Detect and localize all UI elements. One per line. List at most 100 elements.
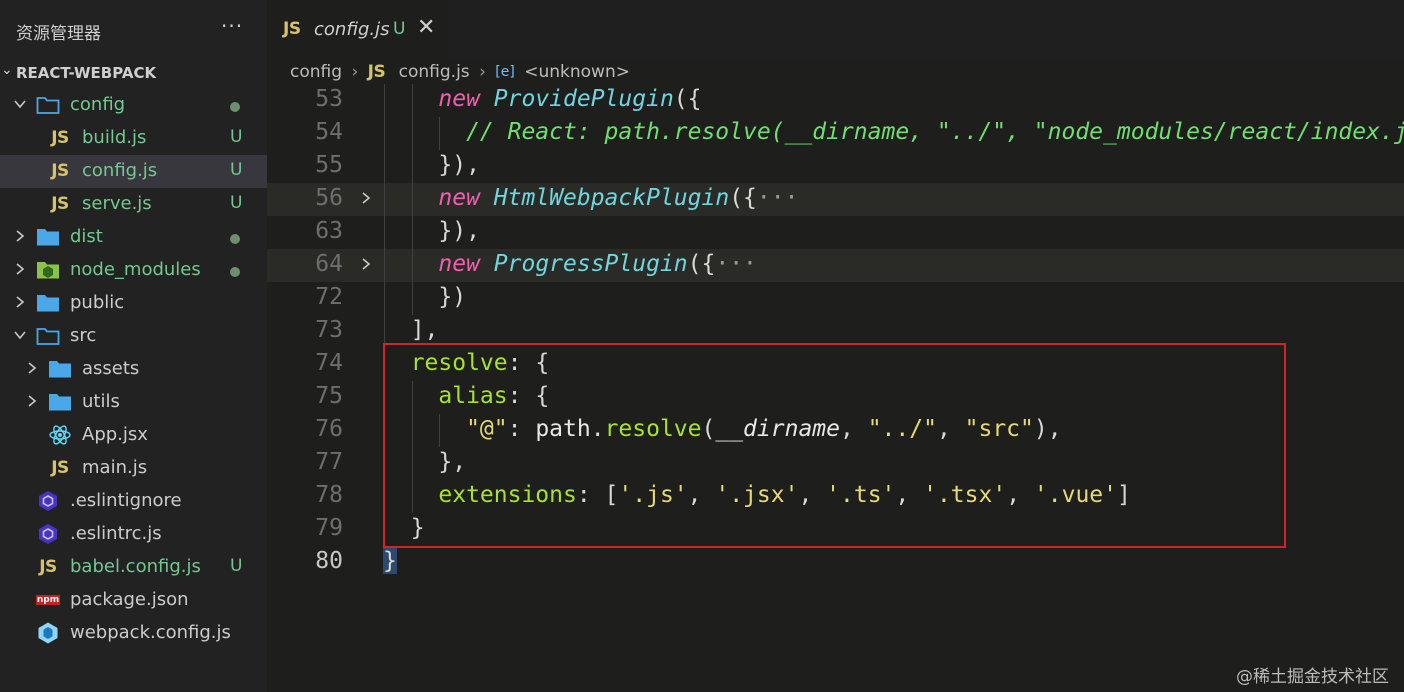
tab-status-badge: U — [393, 19, 406, 39]
tree-item-label: package.json — [70, 589, 189, 610]
chevron-right-icon: › — [479, 62, 486, 82]
tree-item-package-json[interactable]: npm package.json — [0, 584, 267, 617]
tab-config-js[interactable]: JS config.js U ✕ — [267, 0, 447, 60]
tree-item-assets[interactable]: assets — [0, 353, 267, 386]
fold-chevron-icon[interactable] — [359, 254, 373, 274]
eslint-icon — [36, 489, 60, 513]
project-name: REACT-WEBPACK — [16, 64, 157, 82]
line-number: 54 — [315, 119, 343, 145]
explorer-header: 资源管理器 ··· — [0, 0, 267, 60]
code-token: HtmlWebpackPlugin — [493, 185, 730, 211]
explorer-sidebar: 资源管理器 ··· ⌄ REACT-WEBPACK config JS build.… — [0, 0, 267, 692]
tree-item-main-js[interactable]: JS main.js — [0, 452, 267, 485]
code-token: new — [438, 185, 480, 211]
code-line[interactable]: 64 new ProgressPlugin({··· — [267, 249, 1404, 282]
code-line[interactable]: 63}), — [267, 216, 1404, 249]
tree-item-serve-js[interactable]: JS serve.js U — [0, 188, 267, 221]
tree-item-public[interactable]: public — [0, 287, 267, 320]
react-icon — [48, 423, 72, 447]
chevron-down-icon: ⌄ — [1, 62, 13, 78]
code-token: // React: path.resolve(__dirname, "../",… — [466, 119, 1404, 145]
eslint-icon — [36, 522, 60, 546]
code-text: ], — [411, 317, 439, 343]
tree-item-label: .eslintignore — [70, 490, 182, 511]
tree-item-label: .eslintrc.js — [70, 523, 162, 544]
tree-item-label: utils — [82, 391, 120, 412]
line-number: 73 — [315, 317, 343, 343]
untracked-badge: U — [230, 193, 243, 213]
tree-item-eslintignore[interactable]: .eslintignore — [0, 485, 267, 518]
code-text: new ProvidePlugin({ — [438, 86, 701, 112]
project-header[interactable]: ⌄ REACT-WEBPACK — [0, 62, 267, 84]
tree-item-webpack-config-js[interactable]: webpack.config.js — [0, 617, 267, 650]
line-number: 76 — [315, 416, 343, 442]
folder-icon — [48, 390, 72, 414]
tree-item-dist[interactable]: dist — [0, 221, 267, 254]
tree-item-utils[interactable]: utils — [0, 386, 267, 419]
indent-guide — [411, 84, 413, 117]
variable-symbol-icon: [e] — [495, 64, 515, 80]
js-file-icon: JS — [51, 194, 69, 214]
folder-open-icon — [36, 324, 60, 348]
tree-item-app-jsx[interactable]: App.jsx — [0, 419, 267, 452]
highlight-box — [383, 343, 1286, 548]
breadcrumb: config › JS config.js › [e] <unknown> — [290, 62, 630, 86]
code-line[interactable]: 56 new HtmlWebpackPlugin({··· — [267, 183, 1404, 216]
indent-guide — [384, 117, 385, 150]
code-line[interactable]: 72}) — [267, 282, 1404, 315]
code-line[interactable]: 80} — [267, 546, 1404, 579]
line-number: 56 — [315, 185, 343, 211]
tree-item-eslintrc-js[interactable]: .eslintrc.js — [0, 518, 267, 551]
tree-item-label: assets — [82, 358, 140, 379]
tab-label: config.js — [314, 19, 390, 40]
tree-item-node-modules[interactable]: node_modules — [0, 254, 267, 287]
folder-icon — [36, 225, 60, 249]
indent-guide — [384, 150, 385, 183]
indent-guide — [411, 183, 413, 216]
tree-item-config[interactable]: config — [0, 89, 267, 122]
js-file-icon: JS — [51, 161, 69, 181]
folder-icon — [48, 357, 72, 381]
tree-item-src[interactable]: src — [0, 320, 267, 353]
code-line[interactable]: 55}), — [267, 150, 1404, 183]
tree-item-label: config.js — [82, 160, 158, 181]
tree-item-label: build.js — [82, 127, 147, 148]
untracked-badge: U — [230, 160, 243, 180]
more-actions-icon[interactable]: ··· — [221, 14, 243, 38]
indent-guide — [384, 183, 385, 216]
line-number: 78 — [315, 482, 343, 508]
untracked-badge: U — [230, 556, 243, 576]
chevron-right-icon — [13, 292, 27, 312]
close-icon[interactable]: ✕ — [417, 15, 435, 40]
tree-item-config-js[interactable]: JS config.js U — [0, 155, 267, 188]
code-text: } — [383, 548, 397, 574]
tree-item-build-js[interactable]: JS build.js U — [0, 122, 267, 155]
tree-item-label: node_modules — [70, 259, 201, 280]
code-line[interactable]: 53 new ProvidePlugin({ — [267, 84, 1404, 117]
code-token: ({ — [687, 251, 716, 277]
tree-item-label: src — [70, 325, 97, 346]
breadcrumb-symbol[interactable]: <unknown> — [524, 62, 630, 82]
line-number: 77 — [315, 449, 343, 475]
explorer-title: 资源管理器 — [16, 24, 101, 44]
line-number: 72 — [315, 284, 343, 310]
tree-item-label: public — [70, 292, 125, 313]
code-text: }), — [438, 218, 480, 244]
tree-item-babel-config-js[interactable]: JS babel.config.js U — [0, 551, 267, 584]
untracked-badge: U — [230, 127, 243, 147]
js-file-icon: JS — [51, 458, 69, 478]
code-token: new — [438, 251, 480, 277]
code-token: } — [383, 548, 397, 574]
code-line[interactable]: 54 // React: path.resolve(__dirname, "../… — [267, 117, 1404, 150]
code-token: ··· — [756, 185, 799, 211]
fold-chevron-icon[interactable] — [359, 188, 373, 208]
breadcrumb-file[interactable]: config.js — [399, 62, 470, 82]
node-modules-folder-icon — [36, 258, 60, 282]
breadcrumb-folder[interactable]: config — [290, 62, 342, 82]
code-token: new — [438, 86, 480, 112]
indent-guide — [439, 117, 441, 150]
code-token: ({ — [729, 185, 757, 211]
code-token: ({ — [673, 86, 702, 112]
